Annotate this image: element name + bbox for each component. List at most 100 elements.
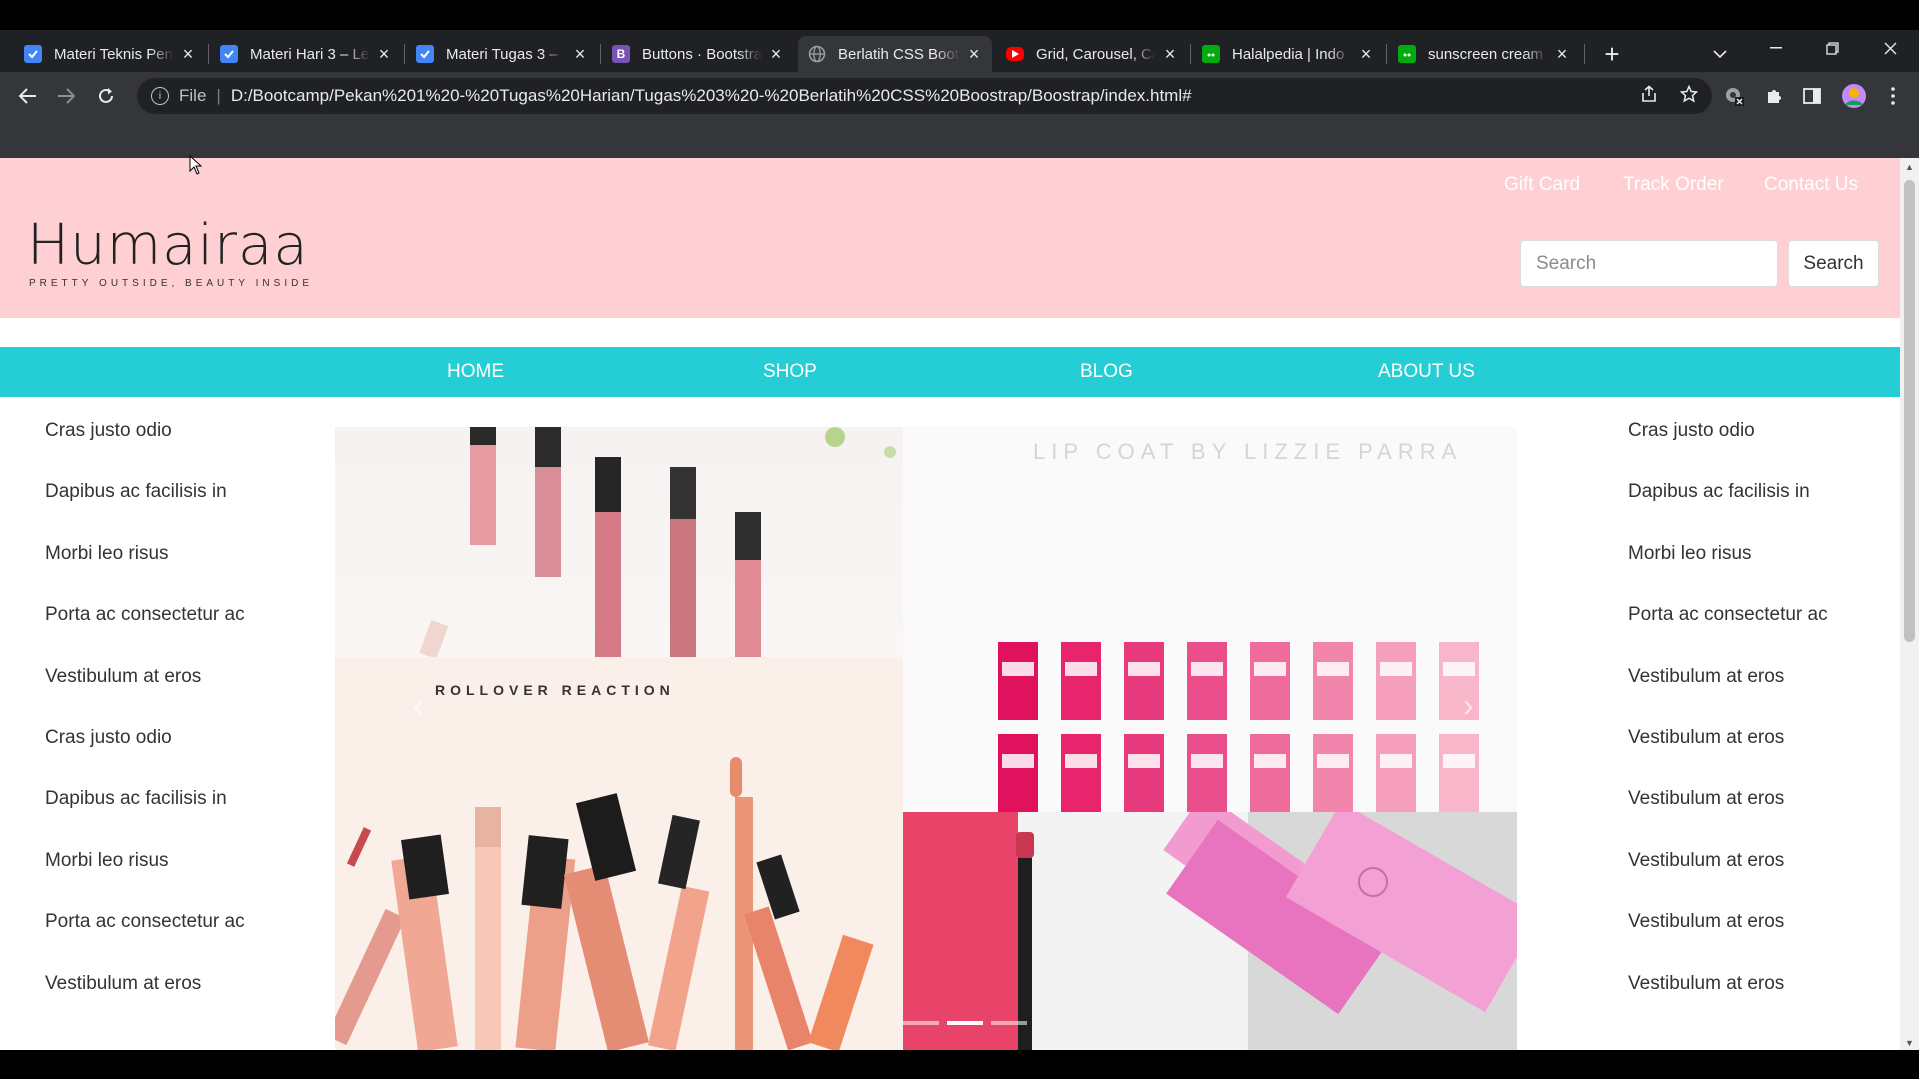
search-input[interactable] [1520,240,1778,287]
bootstrap-favicon-icon: B [612,45,630,63]
tab-title: Berlatih CSS Boot [838,45,959,63]
list-item[interactable]: Dapibus ac facilisis in [45,782,245,843]
carousel-indicator[interactable] [991,1021,1027,1025]
tab-search-icon[interactable] [1698,36,1742,72]
list-item[interactable]: Morbi leo risus [45,844,245,905]
address-bar[interactable]: i File | D:/Bootcamp/Pekan%201%20-%20Tug… [137,78,1712,114]
list-item[interactable]: Vestibulum at eros [45,967,245,1028]
nav-about-us[interactable]: ABOUT US [1378,361,1475,383]
list-item[interactable]: Porta ac consectetur ac [45,598,245,659]
more-menu-icon[interactable] [1877,80,1909,112]
close-tab-icon[interactable]: × [1358,44,1374,65]
list-item[interactable]: Porta ac consectetur ac [45,905,245,966]
tab-title: Materi Teknis Pen [54,45,173,63]
list-item[interactable]: Cras justo odio [1628,414,1828,475]
screen-bottom-bar [0,1050,1919,1079]
scroll-up-icon[interactable]: ▲ [1904,162,1915,172]
omnibox-actions [1640,78,1699,114]
list-item[interactable]: Morbi leo risus [1628,537,1828,598]
list-item[interactable]: Vestibulum at eros [45,660,245,721]
bookmark-star-icon[interactable] [1679,84,1699,108]
close-tab-icon[interactable]: × [966,44,982,65]
bookmark-bar [0,120,1919,158]
browser-window: Materi Teknis Pen × Materi Hari 3 – Le ×… [0,0,1919,1079]
info-icon[interactable]: i [151,87,169,105]
restore-icon[interactable] [1810,30,1854,66]
doc-favicon-icon [24,45,42,63]
list-item[interactable]: Porta ac consectetur ac [1628,598,1828,659]
search-button[interactable]: Search [1788,240,1879,287]
carousel-indicator[interactable] [947,1021,983,1025]
new-tab-button[interactable]: + [1596,36,1628,72]
list-item[interactable]: Cras justo odio [45,414,245,475]
list-item[interactable]: Vestibulum at eros [1628,967,1828,1028]
close-tab-icon[interactable]: × [768,44,784,65]
close-tab-icon[interactable]: × [180,44,196,65]
shop-favicon-icon [1202,45,1220,63]
tab-separator [1386,44,1387,64]
left-list-group: Cras justo odio Dapibus ac facilisis in … [45,414,245,1028]
site-logo[interactable]: Humairaa PRETTY OUTSIDE, BEAUTY INSIDE [27,213,313,290]
tab-materi-teknis[interactable]: Materi Teknis Pen × [14,36,206,72]
list-item[interactable]: Vestibulum at eros [1628,721,1828,782]
scroll-down-icon[interactable]: ▼ [1904,1038,1915,1048]
extensions-puzzle-icon[interactable] [1758,80,1790,112]
nav-home[interactable]: HOME [447,361,504,383]
tab-title: Grid, Carousel, Ca [1036,45,1156,63]
tab-sunscreen-cream[interactable]: sunscreen cream × [1388,36,1580,72]
tab-separator [208,44,209,64]
page-scrollbar[interactable]: ▲ ▼ [1900,158,1919,1050]
close-tab-icon[interactable]: × [572,44,588,65]
close-tab-icon[interactable]: × [1162,44,1178,65]
share-icon[interactable] [1640,84,1658,108]
carousel-indicator[interactable] [903,1021,939,1025]
extension-shield-icon[interactable] [1718,80,1750,112]
tab-title: Halalpedia | Indo [1232,45,1345,63]
carousel-next-icon[interactable]: › [1463,687,1474,724]
tab-separator [1190,44,1191,64]
forward-arrow-icon[interactable] [50,80,82,112]
globe-favicon-icon [808,45,826,63]
web-page: Humairaa PRETTY OUTSIDE, BEAUTY INSIDE G… [0,158,1900,1050]
list-item[interactable]: Dapibus ac facilisis in [45,475,245,536]
list-item[interactable]: Cras justo odio [45,721,245,782]
product-carousel[interactable]: ROLLOVER REACTION LIP COAT BY LIZZIE PAR… [335,427,1564,1050]
list-item[interactable]: Morbi leo risus [45,537,245,598]
reload-icon[interactable] [90,80,122,112]
list-item[interactable]: Vestibulum at eros [1628,782,1828,843]
tab-materi-tugas-3[interactable]: Materi Tugas 3 – × [406,36,598,72]
tab-halalpedia[interactable]: Halalpedia | Indo × [1192,36,1384,72]
list-item[interactable]: Vestibulum at eros [1628,660,1828,721]
list-item[interactable]: Vestibulum at eros [1628,844,1828,905]
main-nav: HOME SHOP BLOG ABOUT US [0,347,1900,397]
side-panel-icon[interactable] [1796,80,1828,112]
url-text[interactable]: D:/Bootcamp/Pekan%201%20-%20Tugas%20Hari… [231,86,1192,106]
site-header: Humairaa PRETTY OUTSIDE, BEAUTY INSIDE G… [0,158,1900,318]
nav-shop[interactable]: SHOP [763,361,817,383]
doc-favicon-icon [416,45,434,63]
tab-strip: Materi Teknis Pen × Materi Hari 3 – Le ×… [0,30,1919,72]
minimize-icon[interactable] [1754,30,1798,66]
back-arrow-icon[interactable] [12,80,44,112]
list-item[interactable]: Dapibus ac facilisis in [1628,475,1828,536]
scrollbar-thumb[interactable] [1904,180,1915,642]
tab-title: Materi Tugas 3 – [446,45,558,63]
close-window-icon[interactable] [1868,30,1912,66]
gift-card-link[interactable]: Gift Card [1504,174,1580,196]
carousel-prev-icon[interactable]: ‹ [413,687,424,724]
tab-youtube-grid-carousel[interactable]: Grid, Carousel, Ca × [996,36,1188,72]
tab-title: sunscreen cream [1428,45,1544,63]
tab-berlatih-css[interactable]: Berlatih CSS Boot × [798,36,992,72]
close-tab-icon[interactable]: × [1554,44,1570,65]
close-tab-icon[interactable]: × [376,44,392,65]
tab-materi-hari-3[interactable]: Materi Hari 3 – Le × [210,36,402,72]
url-divider: | [216,86,221,105]
track-order-link[interactable]: Track Order [1623,174,1724,196]
contact-us-link[interactable]: Contact Us [1764,174,1858,196]
list-item[interactable]: Vestibulum at eros [1628,905,1828,966]
profile-avatar-icon[interactable] [1838,80,1870,112]
tab-bootstrap-buttons[interactable]: B Buttons · Bootstra × [602,36,794,72]
nav-blog[interactable]: BLOG [1080,361,1133,383]
tab-title: Buttons · Bootstra [642,45,762,63]
logo-name: Humairaa [27,213,309,278]
